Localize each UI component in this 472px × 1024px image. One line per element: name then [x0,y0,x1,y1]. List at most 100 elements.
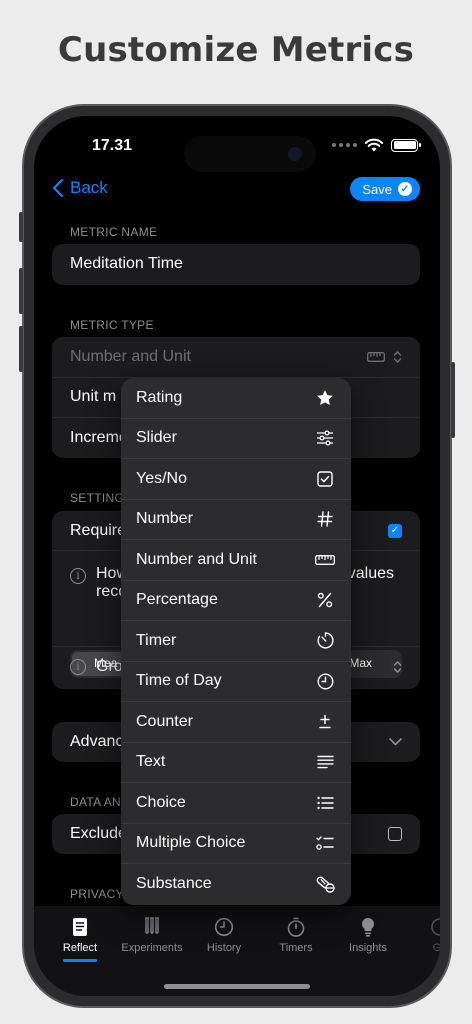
required-checkbox[interactable]: ✓ [388,523,402,538]
hash-icon [317,511,333,527]
metric-name-field[interactable]: Meditation Time [52,244,420,285]
plus-minus-icon [319,714,331,728]
tab-experiments[interactable]: Experiments [114,916,190,954]
dynamic-island [184,136,316,172]
wifi-icon [364,138,384,152]
menu-item-percentage[interactable]: Percentage [121,581,351,621]
menu-item-label: Counter [136,712,193,730]
menu-item-time-of-day[interactable]: Time of Day [121,662,351,702]
tab-reflect[interactable]: Reflect [42,916,118,962]
phone-volume-up [19,268,23,314]
group-label: Gro [96,658,123,675]
menu-item-label: Number and Unit [136,550,257,568]
ruler-icon [367,351,385,362]
menu-item-label: Number [136,510,193,528]
chevron-left-icon [52,179,64,197]
info-icon: i [70,659,86,675]
menu-item-label: Substance [136,875,212,893]
exclude-checkbox[interactable] [388,827,402,842]
phone-side-button [19,212,23,242]
checkmark-circle-icon: ✓ [398,182,412,196]
clock-icon [317,673,333,690]
save-label: Save [362,181,392,197]
tab-goals[interactable]: Ga [402,916,440,954]
menu-item-label: Choice [136,793,186,811]
aggregation-text-right: values [347,565,394,582]
menu-item-choice[interactable]: Choice [121,783,351,824]
privacy-section-label: PRIVACY [70,887,124,901]
menu-item-slider[interactable]: Slider [121,419,351,459]
menu-item-multiple-choice[interactable]: Multiple Choice [121,824,351,864]
battery-icon [391,138,421,152]
app-screen: 17.31 Back Save ✓ METRIC NAME Meditation… [34,116,440,996]
journal-icon [73,918,87,936]
menu-item-rating[interactable]: Rating [121,378,351,419]
menu-item-counter[interactable]: Counter [121,702,351,743]
menu-item-label: Slider [136,429,177,447]
metric-name-group: Meditation Time [52,244,420,285]
menu-item-label: Yes/No [136,469,187,487]
menu-item-label: Rating [136,388,183,406]
page-headline: Customize Metrics [57,30,415,70]
status-time: 17.31 [92,137,133,154]
advanced-label: Advanc [70,733,124,751]
tab-history[interactable]: History [186,916,262,954]
status-icons [332,138,421,152]
text-align-icon [316,756,334,769]
phone-power-button [451,362,455,438]
sliders-icon [317,430,333,446]
info-icon: i [70,568,86,584]
menu-item-label: Multiple Choice [136,834,246,852]
chevron-up-down-icon [393,351,402,363]
tab-active-indicator [63,959,97,962]
tab-label: Timers [279,942,313,954]
menu-item-number[interactable]: Number [121,500,351,540]
checklist-icon [316,836,334,850]
tab-label: Insights [349,942,387,954]
back-button[interactable]: Back [52,178,108,198]
menu-item-label: Percentage [136,591,218,609]
metric-type-section-label: METRIC TYPE [70,318,154,332]
checkbox-icon [317,471,333,487]
menu-item-yes-no[interactable]: Yes/No [121,459,351,500]
home-indicator [164,984,310,989]
tab-label: Reflect [62,942,98,954]
menu-item-text[interactable]: Text [121,743,351,783]
phone-volume-down [19,326,23,372]
required-label: Require [70,521,127,539]
menu-item-label: Timer [136,631,177,649]
pills-icon [316,876,335,893]
chevron-up-down-icon [393,661,402,673]
menu-item-substance[interactable]: Substance [121,864,351,905]
save-button[interactable]: Save ✓ [350,177,420,201]
metric-type-menu: Rating Slider Yes/No Number Number and U… [121,378,351,905]
timer-icon [316,632,334,649]
data-section-label: DATA AN [70,795,122,809]
stopwatch-icon [287,917,305,937]
goals-icon [431,918,440,936]
menu-item-number-and-unit[interactable]: Number and Unit [121,540,351,581]
tab-label: Ga [432,942,440,954]
cellular-icon [332,143,357,147]
metric-type-value: Number and Unit [70,347,191,365]
list-icon [316,796,334,809]
tab-timers[interactable]: Timers [258,916,334,954]
tab-label: Experiments [121,942,183,954]
chevron-down-icon [389,738,402,746]
exclude-label: Exclude [70,825,127,843]
star-icon [317,389,333,405]
settings-section-label: SETTING [70,491,125,505]
menu-item-timer[interactable]: Timer [121,621,351,662]
clock-icon [214,917,234,937]
tab-label: History [206,942,242,954]
tab-bar: Reflect Experiments History Timers Insig… [34,906,440,996]
menu-item-label: Text [136,753,166,771]
back-label: Back [70,178,108,197]
lightbulb-icon [361,917,375,937]
ruler-icon [315,554,335,565]
menu-item-label: Time of Day [136,672,222,690]
metric-name-section-label: METRIC NAME [70,225,158,239]
tab-insights[interactable]: Insights [330,916,406,954]
test-tubes-icon [145,917,159,934]
metric-type-picker[interactable]: Number and Unit [52,337,420,378]
